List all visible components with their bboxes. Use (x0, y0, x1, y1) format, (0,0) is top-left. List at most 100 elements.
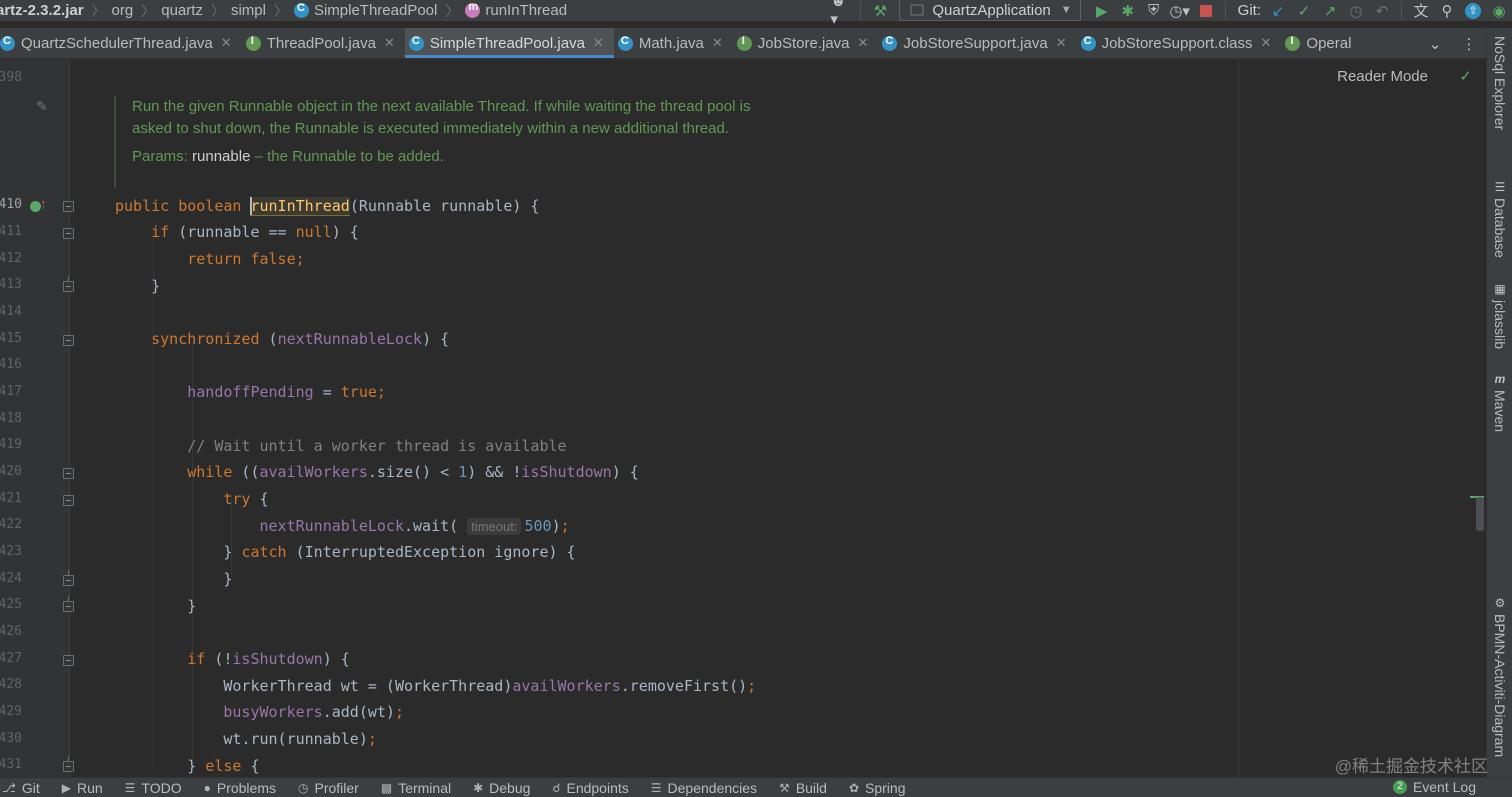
tool-debug[interactable]: ✱ Debug (473, 780, 530, 796)
line-number: 424 (0, 571, 22, 586)
editor-tabs: QuartzSchedulerThread.java✕ ThreadPool.j… (0, 28, 1486, 59)
tab-simple-thread-pool[interactable]: SimpleThreadPool.java✕ (404, 28, 614, 58)
fold-marker[interactable] (63, 570, 74, 586)
close-icon[interactable]: ✕ (1261, 35, 1272, 51)
git-history-icon[interactable]: ◷ (1345, 0, 1367, 21)
code-line[interactable]: handoffPending = true; (115, 381, 386, 403)
code-line[interactable]: synchronized (nextRunnableLock) { (115, 328, 449, 350)
tab-operal[interactable]: Operal (1281, 28, 1361, 58)
git-push-icon[interactable]: ↗ (1319, 0, 1341, 21)
build-hammer-icon[interactable]: ⚒ (869, 0, 891, 21)
breadcrumb-org[interactable]: org (112, 0, 138, 21)
code-line[interactable]: if (!isShutdown) { (115, 648, 350, 670)
scrollbar-thumb[interactable] (1476, 497, 1484, 531)
tab-quartz-scheduler-thread[interactable]: QuartzSchedulerThread.java✕ (0, 28, 242, 58)
fold-marker[interactable] (63, 228, 74, 239)
reader-mode-toggle[interactable]: Reader Mode (1337, 68, 1428, 85)
tool-maven[interactable]: m Maven (1490, 372, 1510, 432)
maven-icon: m (1494, 372, 1506, 386)
profiler-icon: ◷ (298, 780, 309, 795)
code-line[interactable]: nextRunnableLock.wait( timeout: 500); (115, 515, 570, 537)
breadcrumb-class[interactable]: SimpleThreadPool (293, 0, 441, 21)
fold-marker[interactable] (63, 495, 74, 506)
tab-math[interactable]: Math.java✕ (614, 28, 733, 58)
search-icon[interactable]: ⚲ (1436, 0, 1458, 21)
debug-icon[interactable]: ✱ (1117, 0, 1139, 21)
breadcrumb-quartz[interactable]: quartz (161, 0, 207, 21)
close-icon[interactable]: ✕ (1056, 35, 1067, 51)
tab-job-store-support-java[interactable]: JobStoreSupport.java✕ (878, 28, 1076, 58)
run-icon[interactable]: ▶ (1091, 0, 1113, 21)
code-line[interactable]: } (115, 275, 160, 297)
fold-marker[interactable] (63, 468, 74, 479)
stop-icon[interactable] (1195, 0, 1217, 21)
tool-jclasslib[interactable]: ▦ jclasslib (1490, 282, 1510, 349)
code-line[interactable]: return false; (115, 248, 304, 270)
close-icon[interactable]: ✕ (712, 35, 723, 51)
code-line[interactable]: while ((availWorkers.size() < 1) && !isS… (115, 461, 639, 483)
implements-method-icon[interactable]: ↑ (30, 196, 48, 213)
tool-profiler[interactable]: ◷ Profiler (298, 780, 359, 796)
tool-todo[interactable]: ☰ TODO (125, 780, 182, 796)
breadcrumb-method[interactable]: runInThread (465, 0, 571, 21)
git-rollback-icon[interactable]: ↶ (1371, 0, 1393, 21)
tab-thread-pool[interactable]: ThreadPool.java✕ (242, 28, 405, 58)
more-vertical-icon[interactable]: ⋮ (1452, 35, 1486, 53)
code-line[interactable]: } catch (InterruptedException ignore) { (115, 541, 575, 563)
tool-database[interactable]: ☰ Database (1490, 180, 1510, 258)
tab-job-store[interactable]: JobStore.java✕ (733, 28, 879, 58)
close-icon[interactable]: ✕ (221, 35, 232, 51)
git-commit-icon[interactable]: ✓ (1293, 0, 1315, 21)
fold-marker[interactable] (63, 655, 74, 666)
plugin-icon[interactable]: ◉ (1488, 0, 1510, 21)
git-update-icon[interactable]: ↙ (1267, 0, 1289, 21)
spring-icon: ✿ (848, 780, 860, 795)
chevron-down-icon: ▼ (1060, 4, 1072, 16)
close-icon[interactable]: ✕ (858, 35, 869, 51)
breadcrumb-jar[interactable]: artz-2.3.2.jar (0, 0, 88, 21)
tab-job-store-support-class[interactable]: JobStoreSupport.class✕ (1077, 28, 1282, 58)
code-editor[interactable]: 398 410 411 412 413 414 415 416 417 418 … (0, 60, 1486, 777)
code-line[interactable]: WorkerThread wt = (WorkerThread)availWor… (115, 675, 756, 697)
code-line[interactable]: } (115, 568, 232, 590)
code-line[interactable]: // Wait until a worker thread is availab… (115, 435, 566, 457)
line-number: 426 (0, 624, 22, 639)
chevron-down-icon[interactable]: ⌄ (1418, 35, 1452, 53)
tool-spring[interactable]: ✿ Spring (849, 780, 906, 796)
coverage-icon[interactable]: ⛨ (1143, 0, 1165, 21)
checkmark-icon[interactable]: ✓ (1459, 67, 1472, 85)
fold-marker[interactable] (63, 596, 74, 612)
close-icon[interactable]: ✕ (384, 35, 395, 51)
tool-terminal[interactable]: ▩ Terminal (381, 780, 451, 796)
fold-marker[interactable] (63, 335, 74, 346)
code-line[interactable]: public boolean runInThread(Runnable runn… (115, 195, 539, 217)
tool-endpoints[interactable]: ☌ Endpoints (552, 780, 628, 796)
line-number: 418 (0, 411, 22, 426)
code-line[interactable]: wt.run(runnable); (115, 728, 377, 750)
tool-build[interactable]: ⚒ Build (779, 780, 827, 796)
code-line[interactable]: if (runnable == null) { (115, 221, 359, 243)
code-line[interactable]: try { (115, 488, 268, 510)
fold-marker[interactable] (63, 201, 74, 212)
update-icon[interactable]: ⇧ (1462, 0, 1484, 21)
translate-icon[interactable]: 文 (1410, 0, 1432, 21)
edit-pencil-icon[interactable]: ✎ (36, 98, 48, 115)
tool-problems[interactable]: ● Problems (204, 780, 276, 796)
close-icon[interactable]: ✕ (593, 35, 604, 51)
code-line[interactable]: } (115, 595, 196, 617)
tool-bpmn-activiti-diagram[interactable]: ⚙ BPMN-Activiti-Diagram (1490, 596, 1510, 757)
right-tool-strip: NoSql Explorer ☰ Database ▦ jclasslib m Mav… (1486, 28, 1512, 777)
tool-nosql-explorer[interactable]: NoSql Explorer (1490, 36, 1510, 130)
tool-git[interactable]: ⎇ Git (2, 780, 40, 796)
profile-icon[interactable]: ◷▾ (1169, 0, 1191, 21)
tool-event-log[interactable]: 2 Event Log (1392, 779, 1476, 795)
fold-marker[interactable] (63, 756, 74, 772)
run-configuration-select[interactable]: QuartzApplication ▼ (899, 0, 1081, 21)
tool-run[interactable]: ▶ Run (62, 780, 103, 796)
code-line[interactable]: } else { (115, 755, 259, 777)
fold-marker[interactable] (63, 276, 74, 292)
breadcrumb-simpl[interactable]: simpl (231, 0, 270, 21)
user-icon[interactable]: ☻▾ (830, 0, 852, 28)
tool-dependencies[interactable]: ☰ Dependencies (651, 780, 757, 796)
code-line[interactable]: busyWorkers.add(wt); (115, 701, 404, 723)
